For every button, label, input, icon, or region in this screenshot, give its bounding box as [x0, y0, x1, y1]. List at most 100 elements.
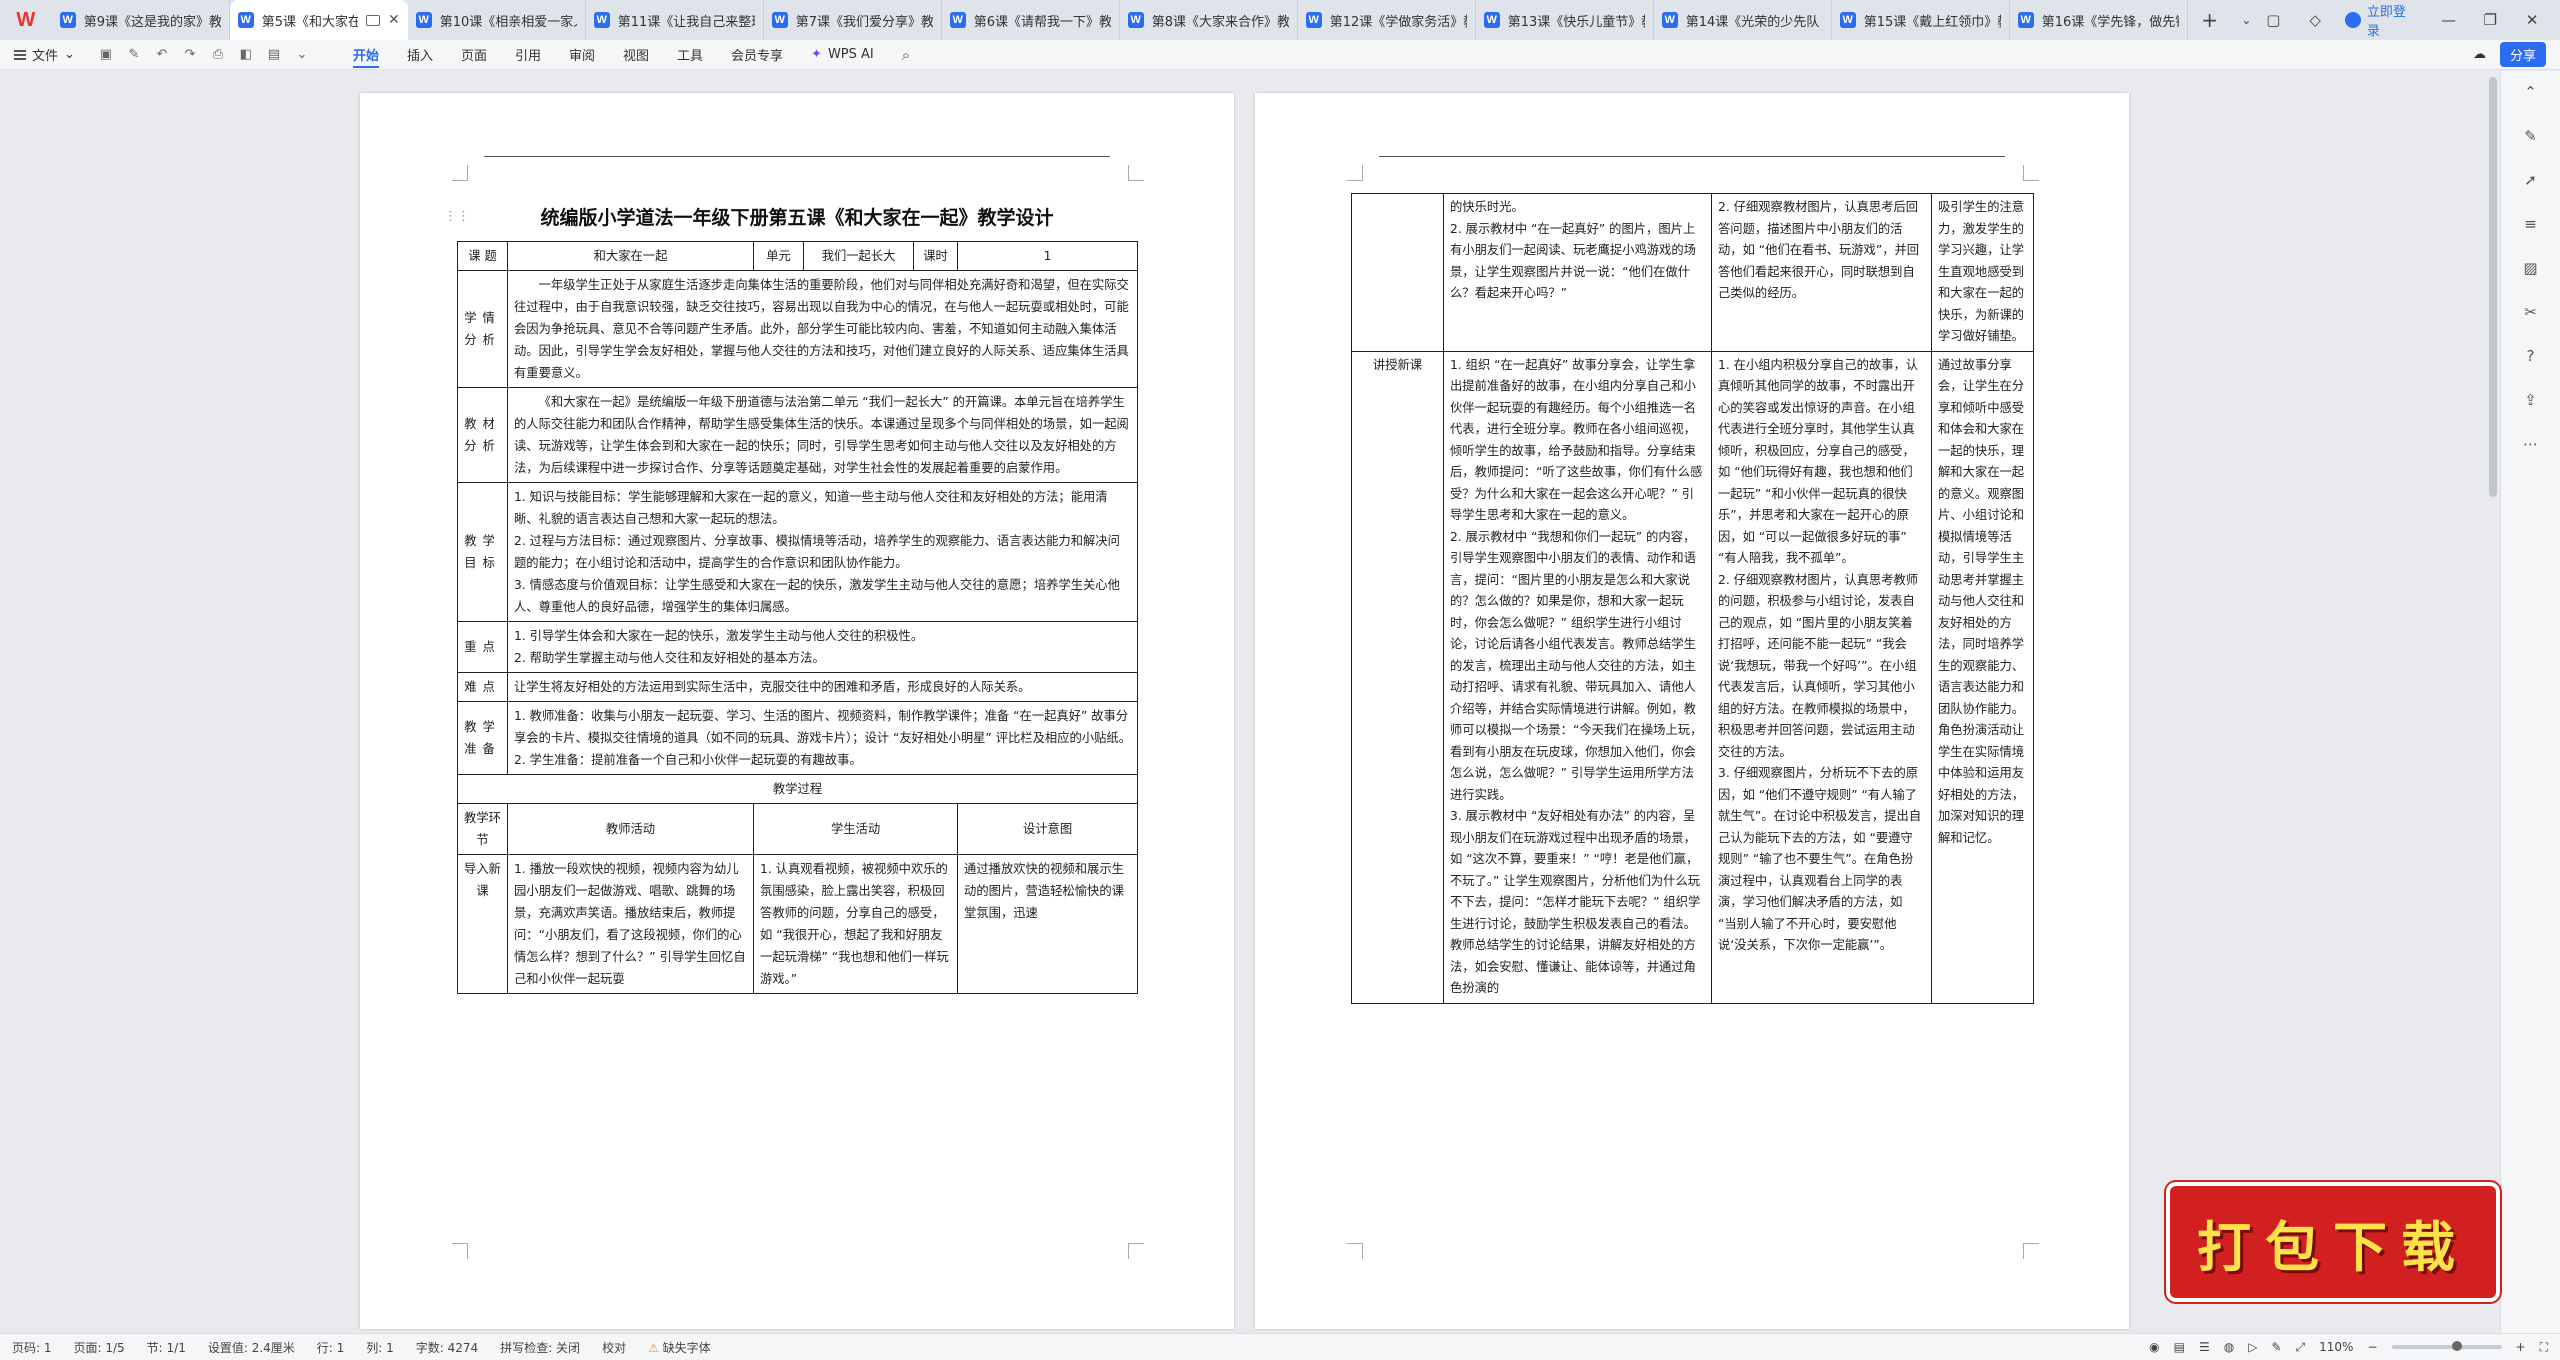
image-icon[interactable]: ▤ — [265, 46, 283, 64]
screen-icon[interactable] — [366, 14, 381, 26]
status-pages[interactable]: 页面: 1/5 — [74, 1339, 125, 1356]
web-view-icon[interactable]: ◍ — [2224, 1340, 2234, 1354]
close-icon[interactable]: ✕ — [388, 12, 400, 28]
undo-icon[interactable]: ↶ — [153, 46, 171, 64]
print-icon[interactable]: ⎙ — [209, 46, 227, 64]
download-badge[interactable]: 打包下载 — [2170, 1186, 2496, 1298]
document-tab[interactable]: W 第14课《光荣的少先队 — [1654, 0, 1832, 40]
tab-list-chevron-icon[interactable]: ⌄ — [2232, 0, 2262, 40]
crop-mark — [452, 1243, 468, 1259]
document-tab[interactable]: W 第5课《和大家在 ✕ — [229, 0, 408, 40]
status-spellcheck[interactable]: 拼写检查: 关闭 — [500, 1339, 580, 1356]
ribbon-tab[interactable]: 会员专享 — [717, 40, 797, 70]
student-cell: 1. 在小组内积极分享自己的故事，认真倾听其他同学的故事，不时露出开心的笑容或发… — [1711, 350, 1932, 1004]
document-canvas: ⋮⋮ 统编版小学道法一年级下册第五课《和大家在一起》教学设计 课 题 和大家在一… — [0, 71, 2560, 1333]
redo-icon[interactable]: ↷ — [181, 46, 199, 64]
zoom-in-icon[interactable]: + — [2516, 1340, 2526, 1354]
zoom-slider[interactable] — [2391, 1341, 2502, 1351]
vertical-scrollbar[interactable] — [2486, 71, 2500, 1333]
zoom-level[interactable]: 110% — [2319, 1340, 2353, 1354]
ribbon-tab[interactable]: 开始 — [339, 40, 393, 70]
status-page: 页码: 1 — [12, 1340, 52, 1355]
play-icon[interactable]: ▷ — [2248, 1340, 2257, 1354]
close-window-icon[interactable]: ✕ — [2520, 11, 2544, 29]
table-row: 教学环节 教师活动 学生活动 设计意图 — [457, 803, 1139, 855]
image-edit-icon[interactable]: ▨ — [2520, 257, 2542, 279]
header-rule — [484, 156, 1110, 157]
skin-icon[interactable]: ◇ — [2303, 11, 2327, 29]
unit-value: 我们一起长大 — [803, 241, 915, 271]
write-icon[interactable]: ✎ — [2271, 1340, 2281, 1354]
share-button[interactable]: 分享 — [2499, 42, 2546, 67]
restore-icon[interactable]: ❐ — [2478, 11, 2502, 29]
more-chevron-icon[interactable]: ⌄ — [293, 46, 311, 64]
file-menu-button[interactable]: 文件 ⌄ — [0, 45, 87, 64]
document-tab[interactable]: W 第16课《学先锋，做先锋 — [2010, 0, 2188, 40]
teacher-cell: 1. 组织 “在一起真好” 故事分享会，让学生拿出提前准备好的故事，在小组内分享… — [1443, 350, 1712, 1004]
word-doc-icon: W — [237, 12, 254, 28]
ribbon-tab[interactable]: 页面 — [447, 40, 501, 70]
status-words[interactable]: 字数: 4274 — [416, 1339, 478, 1356]
ribbon-tab[interactable]: 引用 — [501, 40, 555, 70]
window-layout-icon[interactable]: ▢ — [2261, 11, 2285, 29]
unit-key: 单元 — [753, 241, 805, 271]
cloud-icon[interactable]: ☁ — [2473, 47, 2486, 62]
wps-logo[interactable]: W — [0, 0, 52, 40]
tools-icon[interactable]: ✂ — [2520, 301, 2542, 323]
document-tab[interactable]: W 第15课《戴上红领巾》教 — [1832, 0, 2010, 40]
page-view-icon[interactable]: ▤ — [2174, 1340, 2185, 1354]
more-icon[interactable]: ⋯ — [2520, 433, 2542, 455]
fit-icon[interactable]: ⤢ — [2296, 1340, 2306, 1355]
outline-view-icon[interactable]: ☰ — [2199, 1340, 2210, 1354]
list-item: 2. 过程与方法目标：通过观察图片、分享故事、模拟情境等活动，培养学生的观察能力… — [514, 534, 1120, 570]
document-tab[interactable]: W 第10课《相亲相爱一家人 — [408, 0, 586, 40]
col-header-intent: 设计意图 — [957, 803, 1139, 855]
table-row: 导入新课 1. 播放一段欢快的视频，视频内容为幼儿园小朋友们一起做游戏、唱歌、跳… — [457, 854, 1139, 994]
document-tab[interactable]: W 第7课《我们爱分享》教 — [764, 0, 942, 40]
status-missing-font[interactable]: ⚠ 缺失字体 — [648, 1339, 711, 1356]
new-tab-button[interactable]: + — [2188, 0, 2232, 40]
save-icon[interactable]: ▣ — [97, 46, 115, 64]
tab-label: 第10课《相亲相爱一家人 — [439, 14, 577, 30]
ribbon-tab[interactable]: 审阅 — [555, 40, 609, 70]
search-icon[interactable]: ⌕ — [888, 46, 924, 64]
zoom-slider-knob[interactable] — [2452, 1341, 2463, 1351]
document-tab[interactable]: W 第12课《学做家务活》教 — [1298, 0, 1476, 40]
page-2: 的快乐时光。 2. 展示教材中 “在一起真好” 的图片，图片上有小朋友们一起阅读… — [1255, 93, 2129, 1329]
table-row: 重点 1. 引导学生体会和大家在一起的快乐，激发学生主动与他人交往的积极性。 2… — [457, 621, 1139, 673]
list-item: 2. 学生准备：提前准备一个自己和小伙伴一起玩耍的有趣故事。 — [514, 753, 862, 767]
stage-cell: 讲授新课 — [1351, 350, 1444, 1004]
intent-cell: 通过播放欢快的视频和展示生动的图片，营造轻松愉快的课堂氛围，迅速 — [957, 854, 1139, 994]
zoom-out-icon[interactable]: − — [2367, 1340, 2377, 1354]
format-painter-icon[interactable]: ✎ — [125, 46, 143, 64]
topic-value: 和大家在一起 — [506, 241, 755, 271]
document-tab[interactable]: W 第6课《请帮我一下》教 — [942, 0, 1120, 40]
ribbon-tab[interactable]: 工具 — [663, 40, 717, 70]
teacher-cell: 1. 播放一段欢快的视频，视频内容为幼儿园小朋友们一起做游戏、唱歌、跳舞的场景，… — [506, 854, 755, 994]
tab-bar: W W 第9课《这是我的家》教 W 第5课《和大家在 ✕ W 第10课《相亲相爱一家人 W 第1… — [0, 0, 2560, 40]
table-row: 教学准备 1. 教师准备：收集与小朋友一起玩耍、学习、生活的图片、视频资料，制作… — [457, 701, 1139, 775]
minimize-icon[interactable]: — — [2437, 11, 2461, 29]
ribbon-tab[interactable]: 插入 — [393, 40, 447, 70]
share-panel-icon[interactable]: ⇪ — [2520, 389, 2542, 411]
document-tabs: W 第9课《这是我的家》教 W 第5课《和大家在 ✕ W 第10课《相亲相爱一家人 W 第11课… — [52, 0, 2188, 40]
document-tab[interactable]: W 第8课《大家来合作》教 — [1120, 0, 1298, 40]
help-icon[interactable]: ? — [2520, 345, 2542, 367]
export-pdf-icon[interactable]: ◧ — [237, 46, 255, 64]
collapse-icon[interactable]: ⌃ — [2520, 81, 2542, 103]
settings-sliders-icon[interactable]: ≡ — [2520, 213, 2542, 235]
wps-ai-button[interactable]: ✦ WPS AI — [797, 47, 888, 62]
document-tab[interactable]: W 第13课《快乐儿童节》教 — [1476, 0, 1654, 40]
stage-cell: 导入新课 — [457, 854, 508, 994]
scrollbar-thumb[interactable] — [2489, 77, 2497, 497]
ribbon-tab[interactable]: 视图 — [609, 40, 663, 70]
eye-protection-icon[interactable]: ◉ — [2149, 1340, 2159, 1354]
login-button[interactable]: 立即登录 — [2345, 1, 2418, 39]
document-tab[interactable]: W 第9课《这是我的家》教 — [52, 0, 230, 40]
fullscreen-icon[interactable]: ⛶ — [2540, 1340, 2548, 1355]
list-item: 1. 教师准备：收集与小朋友一起玩耍、学习、生活的图片、视频资料，制作教学课件；… — [514, 709, 1131, 745]
document-tab[interactable]: W 第11课《让我自己来整理 — [586, 0, 764, 40]
cursor-icon[interactable]: ➚ — [2520, 169, 2542, 191]
status-proof[interactable]: 校对 — [602, 1339, 626, 1356]
edit-pen-icon[interactable]: ✎ — [2520, 125, 2542, 147]
